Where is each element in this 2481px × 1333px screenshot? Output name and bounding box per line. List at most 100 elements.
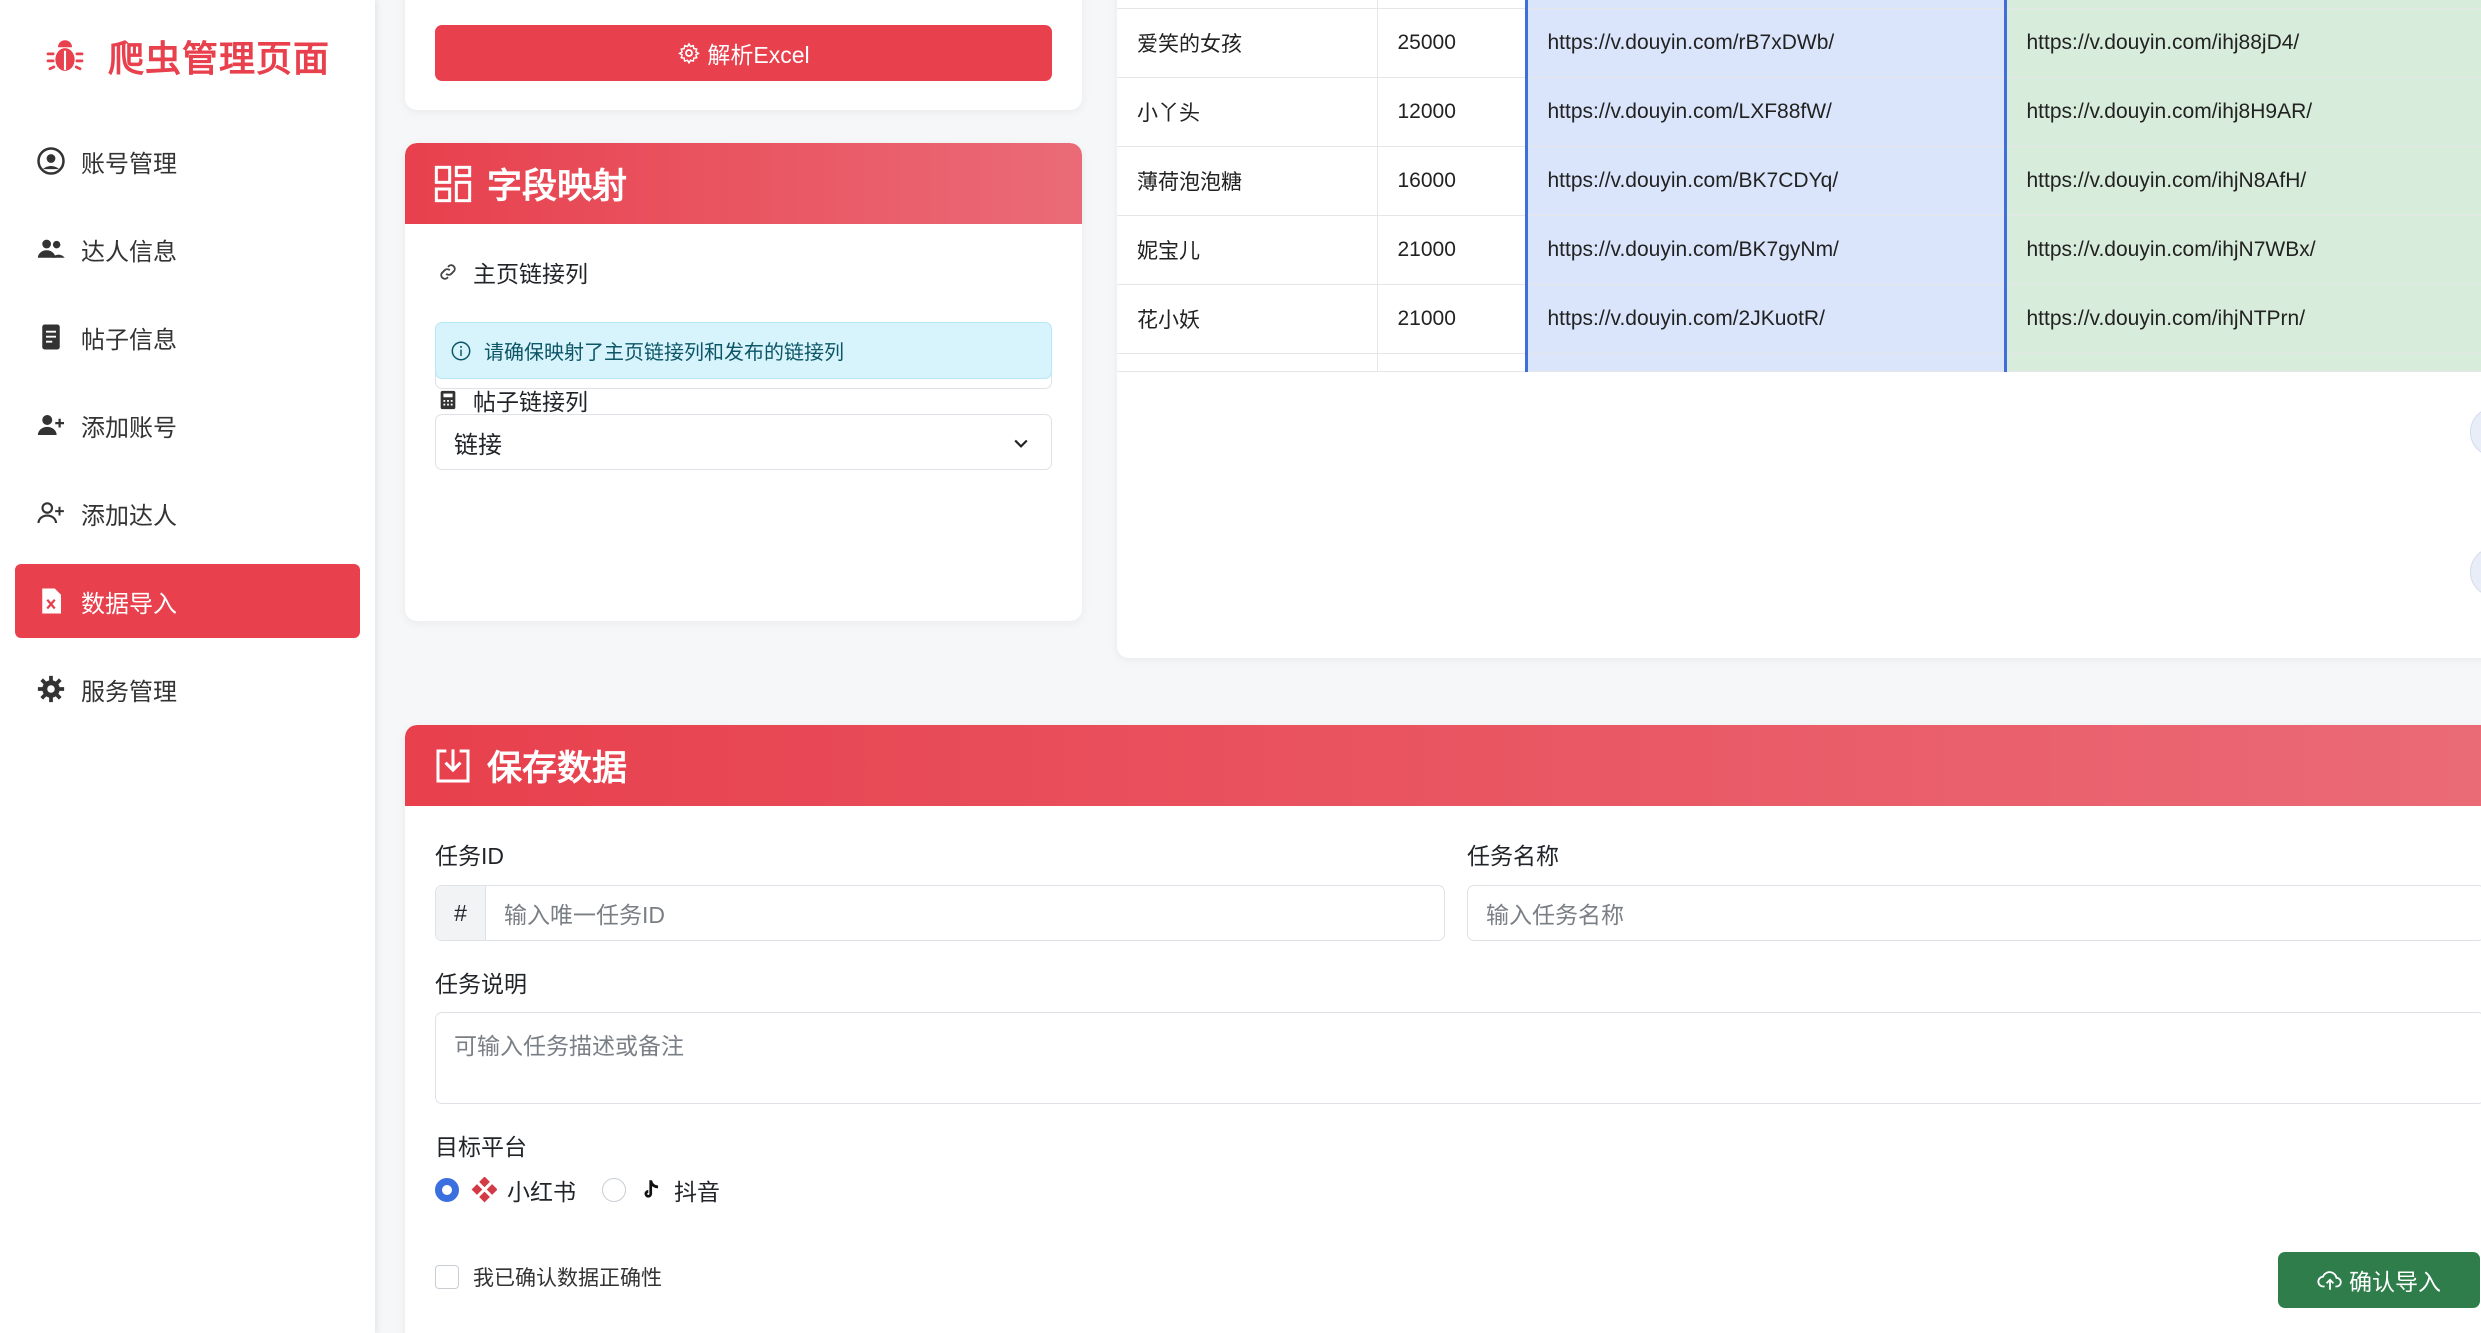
sidebar-item-posts[interactable]: 帖子信息 [15, 300, 360, 374]
upload-card: 解析Excel [405, 0, 1082, 110]
confirm-checkbox[interactable] [435, 1265, 459, 1289]
table-row [1117, 353, 2481, 372]
save-data-title: 保存数据 [487, 749, 628, 788]
brand-title: 爬虫管理页面 [108, 38, 331, 79]
cell-name: 爱笑的女孩 [1117, 8, 1378, 78]
confirm-import-button[interactable]: 确认导入 [2278, 1252, 2480, 1308]
cell-homepage-link: https://v.douyin.com/2JKuotR/ [1524, 284, 2007, 354]
cell-name: 妮宝儿 [1117, 215, 1378, 285]
cell-homepage-link: https://v.douyin.com/LXF88fW/ [1524, 77, 2007, 147]
file-excel-icon [35, 585, 67, 617]
field-mapping-title: 字段映射 [487, 167, 628, 206]
platform-label: 目标平台 [435, 1134, 527, 1160]
user-plus-icon [35, 409, 67, 441]
link-icon [440, 264, 456, 280]
cloud-upload-icon [2317, 1271, 2342, 1290]
sidebar-item-data-import[interactable]: 数据导入 [15, 564, 360, 638]
platform-radio-group: 小红书 抖音 [435, 1170, 720, 1210]
download-icon [436, 748, 470, 782]
save-data-card: 保存数据 任务ID # 输入唯一任务ID 任务名称 输入任务名称 任务说明 可输… [405, 725, 2481, 1333]
sidebar-item-label: 服务管理 [81, 678, 177, 706]
cell-name: 花小妖 [1117, 284, 1378, 354]
cell-post-link: https://v.douyin.com/ihj88jD4/ [2005, 8, 2481, 78]
platform-douyin-label: 抖音 [674, 1179, 720, 1205]
task-id-label: 任务ID [435, 843, 504, 869]
table-row: 花小妖 21000 https://v.douyin.com/2JKuotR/htt… [1117, 284, 2481, 354]
task-name-input[interactable]: 输入任务名称 [1467, 885, 2481, 941]
cell-homepage-link: https://v.douyin.com/rB7xDWb/ [1524, 8, 2007, 78]
task-id-input[interactable]: 输入唯一任务ID [486, 886, 665, 940]
bug-icon [46, 40, 84, 71]
scroll-control-down[interactable] [2470, 547, 2481, 597]
homepage-column-label: 主页链接列 [435, 255, 588, 289]
table-row [1117, 0, 2481, 9]
sidebar-item-label: 帖子信息 [81, 326, 177, 354]
cell-count: 16000 [1377, 146, 1527, 216]
cell-post-link: https://v.douyin.com/ihjNTPrn/ [2005, 284, 2481, 354]
sidebar-item-label: 添加账号 [81, 414, 177, 442]
sidebar-item-add-account[interactable]: 添加账号 [15, 388, 360, 462]
sidebar-item-influencer[interactable]: 达人信息 [15, 212, 360, 286]
platform-xiaohongshu-label: 小红书 [507, 1179, 576, 1205]
radio-xiaohongshu[interactable] [435, 1178, 459, 1202]
cell-post-link: https://v.douyin.com/ihj8H9AR/ [2005, 77, 2481, 147]
calculator-icon [440, 390, 456, 410]
parse-excel-button[interactable]: 解析Excel [435, 25, 1052, 81]
sidebar-item-add-influencer[interactable]: 添加达人 [15, 476, 360, 550]
sidebar: 爬虫管理页面 账号管理 达人信息 帖子信息 添加账号 添加达人 数据导入 服务管… [0, 0, 375, 1333]
scroll-control-up[interactable] [2470, 407, 2481, 457]
radio-douyin[interactable] [602, 1178, 626, 1202]
cell-homepage-link: https://v.douyin.com/BK7CDYq/ [1524, 146, 2007, 216]
field-mapping-header: 字段映射 [405, 143, 1082, 224]
tiktok-icon [644, 1180, 659, 1198]
task-name-placeholder: 输入任务名称 [1486, 902, 1624, 928]
preview-table-card: 爱笑的女孩 25000 https://v.douyin.com/rB7xDWb/h… [1117, 0, 2481, 658]
task-id-prefix: # [436, 886, 486, 940]
cell-name: 小丫头 [1117, 77, 1378, 147]
sidebar-item-service[interactable]: 服务管理 [15, 652, 360, 726]
info-icon [451, 341, 471, 360]
cell-name: 薄荷泡泡糖 [1117, 146, 1378, 216]
mapping-info-alert: 请确保映射了主页链接列和发布的链接列 [435, 322, 1052, 379]
field-mapping-card: 字段映射 主页链接列 主页 帖子链接列 链接 请确保映射了主页链接列和发布的链接… [405, 143, 1082, 621]
xiaohongshu-icon [471, 1177, 497, 1203]
sidebar-nav: 账号管理 达人信息 帖子信息 添加账号 添加达人 数据导入 服务管理 [15, 124, 360, 740]
cell-count: 21000 [1377, 215, 1527, 285]
sidebar-item-label: 账号管理 [81, 150, 177, 178]
parse-excel-label: 解析Excel [707, 42, 810, 68]
cell-homepage-link: https://v.douyin.com/BK7gyNm/ [1524, 215, 2007, 285]
post-column-select[interactable]: 链接 [435, 414, 1052, 470]
grid-icon [434, 165, 472, 202]
task-desc-label: 任务说明 [435, 971, 527, 997]
table-row: 小丫头 12000 https://v.douyin.com/LXF88fW/htt… [1117, 77, 2481, 147]
task-desc-textarea[interactable]: 可输入任务描述或备注 [435, 1012, 2481, 1104]
sidebar-item-label: 数据导入 [81, 590, 177, 618]
task-id-input-group: # 输入唯一任务ID [435, 885, 1445, 941]
gear-outline-icon [678, 42, 701, 65]
cell-post-link: https://v.douyin.com/ihjN7WBx/ [2005, 215, 2481, 285]
save-data-header: 保存数据 [405, 725, 2481, 806]
task-name-label: 任务名称 [1467, 843, 1559, 869]
chevron-down-icon [1014, 439, 1028, 448]
cell-count: 25000 [1377, 8, 1527, 78]
table-row: 薄荷泡泡糖 16000 https://v.douyin.com/BK7CDYq/h… [1117, 146, 2481, 216]
table-row: 爱笑的女孩 25000 https://v.douyin.com/rB7xDWb/h… [1117, 8, 2481, 78]
gear-icon [35, 673, 67, 705]
cell-count: 21000 [1377, 284, 1527, 354]
post-column-value: 链接 [454, 431, 502, 459]
user-circle-icon [35, 145, 67, 177]
confirm-check-label: 我已确认数据正确性 [473, 1267, 662, 1290]
sidebar-item-label: 达人信息 [81, 238, 177, 266]
brand: 爬虫管理页面 [44, 28, 330, 84]
cell-count: 12000 [1377, 77, 1527, 147]
task-desc-placeholder: 可输入任务描述或备注 [454, 1033, 684, 1059]
preview-table: 爱笑的女孩 25000 https://v.douyin.com/rB7xDWb/h… [1117, 0, 2481, 372]
cell-post-link: https://v.douyin.com/ihjN8AfH/ [2005, 146, 2481, 216]
sidebar-item-label: 添加达人 [81, 502, 177, 530]
confirm-import-label: 确认导入 [2349, 1269, 2441, 1295]
sidebar-item-account[interactable]: 账号管理 [15, 124, 360, 198]
users-icon [35, 233, 67, 265]
document-icon [35, 321, 67, 353]
confirm-check-row: 我已确认数据正确性 [435, 1262, 662, 1292]
table-row: 妮宝儿 21000 https://v.douyin.com/BK7gyNm/htt… [1117, 215, 2481, 285]
